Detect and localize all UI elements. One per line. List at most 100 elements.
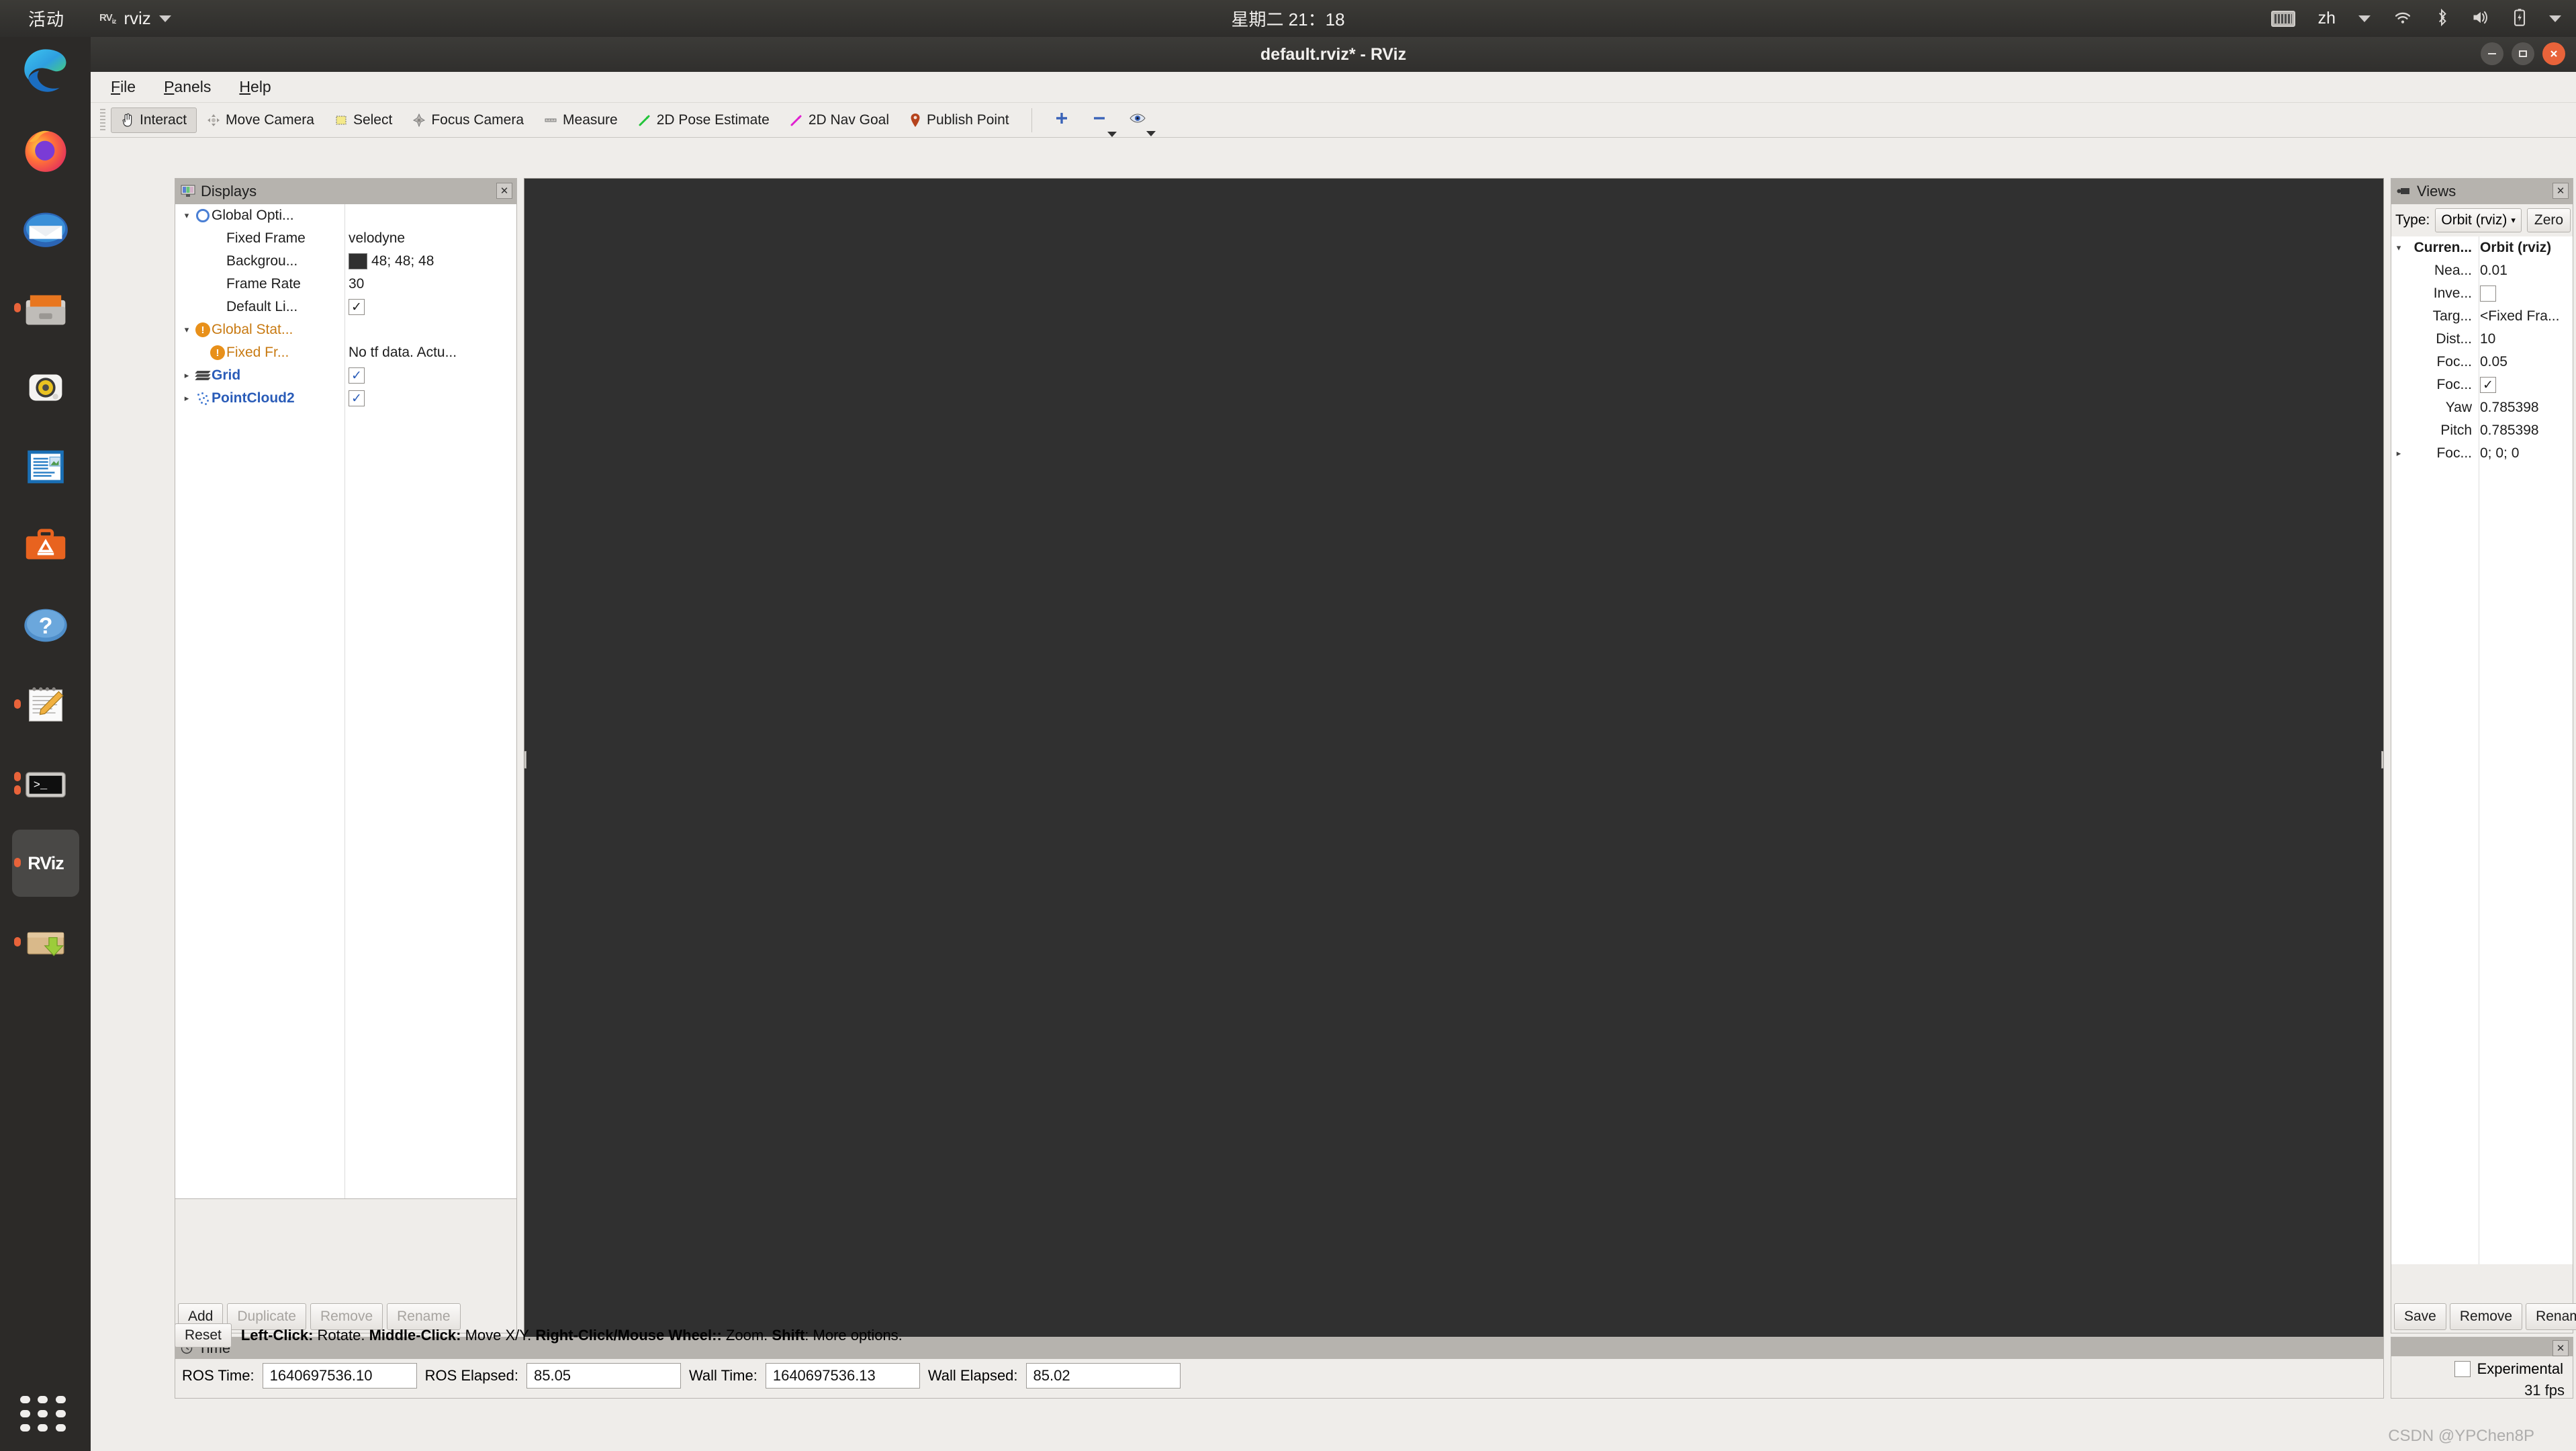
dock-item-archive-manager[interactable] (12, 909, 79, 976)
table-row[interactable]: ! Fixed Fr... No tf data. Actu... (175, 341, 516, 364)
table-row[interactable]: Foc... 0.05 (2391, 351, 2573, 373)
color-swatch[interactable] (349, 253, 367, 269)
clock[interactable]: 星期二 21：18 (1231, 6, 1344, 31)
table-row[interactable]: Dist... 10 (2391, 328, 2573, 351)
row-value[interactable]: 0.01 (2476, 263, 2570, 279)
expander-icon[interactable]: ▾ (179, 324, 194, 335)
dock-item-help[interactable]: ? (12, 592, 79, 659)
wifi-icon[interactable] (2393, 9, 2412, 28)
table-row[interactable]: Pitch 0.785398 (2391, 419, 2573, 442)
menu-file[interactable]: FFileile (107, 76, 140, 98)
row-value[interactable]: 10 (2476, 331, 2570, 347)
row-value[interactable]: 0.05 (2476, 354, 2570, 370)
activities-button[interactable]: 活动 (28, 6, 64, 31)
column-splitter[interactable] (344, 204, 345, 1198)
close-icon[interactable]: ✕ (496, 183, 512, 199)
viewport-right-handle[interactable] (2381, 751, 2384, 768)
maximize-button[interactable] (2512, 42, 2534, 65)
expander-icon[interactable]: ▸ (179, 393, 194, 404)
expander-icon[interactable]: ▸ (2391, 448, 2406, 459)
tool-2d-pose-estimate[interactable]: 2D Pose Estimate (628, 107, 780, 133)
table-row[interactable]: ▸ PointCloud2 ✓ (175, 387, 516, 410)
table-row[interactable]: ▾ Global Opti... (175, 204, 516, 227)
volume-icon[interactable] (2471, 9, 2490, 28)
dock-item-terminal[interactable]: >_ (12, 750, 79, 818)
chevron-down-icon[interactable] (1107, 132, 1117, 137)
tool-select[interactable]: Select (324, 107, 402, 133)
checkbox-pointcloud2-enabled[interactable]: ✓ (349, 390, 365, 406)
chevron-down-icon[interactable] (1146, 131, 1156, 136)
table-row[interactable]: ▾ Curren... Orbit (rviz) (2391, 236, 2573, 259)
show-applications-button[interactable] (20, 1396, 68, 1434)
row-value[interactable]: 0.785398 (2476, 400, 2570, 416)
table-row[interactable]: Default Li... ✓ (175, 296, 516, 318)
app-menu[interactable]: RViz rviz (99, 8, 171, 29)
table-row[interactable]: Frame Rate 30 (175, 273, 516, 296)
row-value[interactable]: velodyne (343, 230, 516, 247)
table-row[interactable]: Foc... ✓ (2391, 373, 2573, 396)
table-row[interactable]: Yaw 0.785398 (2391, 396, 2573, 419)
rename-view-button[interactable]: Rename (2526, 1303, 2576, 1330)
tool-measure[interactable]: Measure (534, 107, 628, 133)
dock-item-text-editor[interactable] (12, 671, 79, 738)
expander-icon[interactable]: ▸ (179, 370, 194, 381)
dock-item-firefox[interactable] (12, 116, 79, 183)
checkbox-grid-enabled[interactable]: ✓ (349, 367, 365, 384)
keyboard-icon[interactable] (2271, 11, 2295, 27)
dock-item-rviz[interactable]: RViz (12, 830, 79, 897)
row-value[interactable]: <Fixed Fra... (2476, 308, 2570, 324)
wall-time-field[interactable]: 1640697536.13 (766, 1363, 920, 1389)
battery-charging-icon[interactable] (2513, 8, 2526, 30)
table-row[interactable]: Nea... 0.01 (2391, 259, 2573, 282)
tool-focus-camera[interactable]: Focus Camera (402, 107, 534, 133)
3d-viewport[interactable] (524, 178, 2384, 1347)
table-row[interactable]: Inve... (2391, 282, 2573, 305)
checkbox-focal-shape-fixed[interactable]: ✓ (2480, 377, 2496, 393)
tool-2d-nav-goal[interactable]: 2D Nav Goal (780, 107, 899, 133)
menu-panels[interactable]: Panels (160, 76, 215, 98)
checkbox-default-light[interactable]: ✓ (349, 299, 365, 315)
row-value[interactable]: 48; 48; 48 (343, 253, 516, 269)
row-value[interactable]: 30 (343, 276, 516, 292)
expander-icon[interactable]: ▾ (2391, 243, 2406, 253)
ros-time-field[interactable]: 1640697536.10 (263, 1363, 417, 1389)
views-tree[interactable]: ▾ Curren... Orbit (rviz) Nea... 0.01 Inv… (2391, 236, 2573, 1264)
viewport-left-handle[interactable] (524, 751, 526, 768)
table-row[interactable]: Fixed Frame velodyne (175, 227, 516, 250)
ros-elapsed-field[interactable]: 85.05 (526, 1363, 681, 1389)
dock-item-libreoffice-writer[interactable] (12, 433, 79, 500)
menu-help[interactable]: Help (235, 76, 275, 98)
bluetooth-icon[interactable] (2435, 9, 2448, 29)
reset-button[interactable]: Reset (175, 1323, 232, 1348)
expander-icon[interactable]: ▾ (179, 210, 194, 221)
table-row[interactable]: ▾ ! Global Stat... (175, 318, 516, 341)
table-row[interactable]: ▸ Foc... 0; 0; 0 (2391, 442, 2573, 465)
close-button[interactable] (2542, 42, 2565, 65)
close-icon[interactable]: ✕ (2552, 1340, 2569, 1356)
wall-elapsed-field[interactable]: 85.02 (1026, 1363, 1181, 1389)
add-tool-button[interactable] (1044, 106, 1082, 134)
table-row[interactable]: Targ... <Fixed Fra... (2391, 305, 2573, 328)
tool-interact[interactable]: Interact (111, 107, 197, 133)
close-icon[interactable]: ✕ (2552, 183, 2569, 199)
language-indicator[interactable]: zh (2318, 9, 2336, 28)
remove-tool-button[interactable] (1082, 106, 1119, 134)
displays-tree[interactable]: ▾ Global Opti... Fixed Frame velodyne (175, 204, 516, 1198)
checkbox-invert-z[interactable] (2480, 285, 2496, 302)
row-value[interactable]: 0; 0; 0 (2476, 445, 2570, 461)
tool-publish-point[interactable]: Publish Point (899, 107, 1019, 133)
dock-item-rhythmbox[interactable] (12, 354, 79, 421)
dock-item-thunderbird[interactable] (12, 195, 79, 263)
view-type-select[interactable]: Orbit (rviz) ▾ (2435, 208, 2522, 232)
checkbox-experimental[interactable] (2454, 1361, 2471, 1377)
zero-button[interactable]: Zero (2527, 208, 2571, 232)
system-menu-chevron-down-icon[interactable] (2549, 15, 2561, 22)
tool-visibility-button[interactable] (1119, 107, 1158, 134)
toolbar-grip[interactable] (100, 109, 105, 132)
save-view-button[interactable]: Save (2394, 1303, 2446, 1330)
minimize-button[interactable] (2481, 42, 2503, 65)
row-value[interactable]: 0.785398 (2476, 423, 2570, 439)
table-row[interactable]: ▸ Grid ✓ (175, 364, 516, 387)
tool-move-camera[interactable]: Move Camera (197, 107, 324, 133)
table-row[interactable]: Backgrou... 48; 48; 48 (175, 250, 516, 273)
